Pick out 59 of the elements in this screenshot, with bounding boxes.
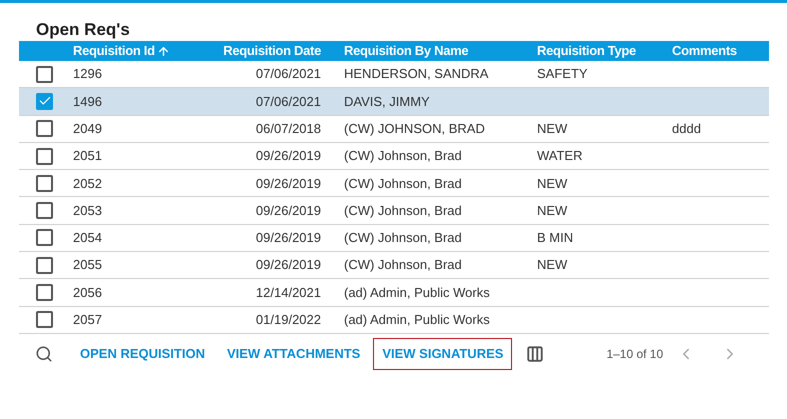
table-cell-text: (ad) Admin, Public Works <box>344 311 490 330</box>
table-cell-text: 01/19/2022 <box>256 311 321 330</box>
table-cell-text: HENDERSON, SANDRA <box>344 65 488 84</box>
table-cell-text: (CW) Johnson, Brad <box>344 229 462 248</box>
table-cell-text: 2052 <box>73 174 102 193</box>
table-cell-text: SAFETY <box>537 65 588 84</box>
table-cell-text: (CW) Johnson, Brad <box>344 147 462 166</box>
toolbar-button[interactable]: OPEN REQUISITION <box>71 338 214 370</box>
table-cell-text: 09/26/2019 <box>256 229 321 248</box>
checkbox[interactable] <box>36 202 53 220</box>
table-cell-text: NEW <box>537 120 568 138</box>
table-cell-text: dddd <box>672 120 701 138</box>
search-icon[interactable] <box>35 344 53 363</box>
table-row[interactable]: 2049 06/07/2018 (CW) JOHNSON, BRAD NEW dddd <box>19 116 769 143</box>
table-title: Open Req's <box>36 20 131 40</box>
checkbox[interactable] <box>36 174 53 192</box>
table-cell-text: NEW <box>537 202 568 220</box>
pagination-text: 1–10 of 10 <box>606 346 664 363</box>
table-cell-text: 07/06/2021 <box>256 65 321 84</box>
table-cell-text: NEW <box>537 174 568 193</box>
table-cell-text: 09/26/2019 <box>256 174 321 193</box>
table-cell-text: (ad) Admin, Public Works <box>344 284 490 302</box>
table-row[interactable]: 2057 01/19/2022 (ad) Admin, Public Works <box>19 306 769 334</box>
table-cell-text: 06/07/2018 <box>256 120 321 138</box>
table-cell-text: DAVIS, JIMMY <box>344 92 430 111</box>
table-cell-text: 1496 <box>73 92 102 111</box>
table-cell-text: (CW) Johnson, Brad <box>344 256 462 274</box>
toolbar-button[interactable]: VIEW ATTACHMENTS <box>218 338 370 370</box>
checkbox[interactable] <box>36 66 53 83</box>
table-cell-text: 2054 <box>73 229 102 248</box>
sort-ascending-icon <box>156 44 170 58</box>
toolbar-button[interactable]: VIEW SIGNATURES <box>373 338 512 370</box>
table-cell-text: 09/26/2019 <box>256 202 321 220</box>
table-cell-text: 09/26/2019 <box>256 256 321 274</box>
table-cell-text: WATER <box>537 147 582 166</box>
table-cell-text: 07/06/2021 <box>256 92 321 111</box>
checkbox[interactable] <box>36 311 53 328</box>
checkbox[interactable] <box>36 229 53 246</box>
checkbox[interactable] <box>36 120 53 138</box>
table-cell-text: NEW <box>537 256 568 274</box>
table-cell-text: 2053 <box>73 202 102 220</box>
table-cell-text: 2056 <box>73 284 102 302</box>
checkbox[interactable] <box>36 256 53 274</box>
checkbox[interactable] <box>36 92 53 110</box>
table-cell-text: 12/14/2021 <box>256 284 321 302</box>
table-cell-text: 09/26/2019 <box>256 147 321 166</box>
checkbox[interactable] <box>36 148 53 165</box>
columns-icon[interactable] <box>526 344 544 363</box>
checkbox[interactable] <box>36 284 53 302</box>
table-row[interactable]: 1496 07/06/2021 DAVIS, JIMMY <box>19 88 769 116</box>
table-cell-text: 2055 <box>73 256 102 274</box>
table-cell-text: 1296 <box>73 65 102 84</box>
table-cell-text: (CW) JOHNSON, BRAD <box>344 120 485 138</box>
table-cell-text: (CW) Johnson, Brad <box>344 202 462 220</box>
table-cell-text: 2057 <box>73 311 102 330</box>
table-cell-text: 2051 <box>73 147 102 166</box>
table-cell-text: B MIN <box>537 229 574 248</box>
table-cell-text: (CW) Johnson, Brad <box>344 174 462 193</box>
table-cell-text: 2049 <box>73 120 102 138</box>
